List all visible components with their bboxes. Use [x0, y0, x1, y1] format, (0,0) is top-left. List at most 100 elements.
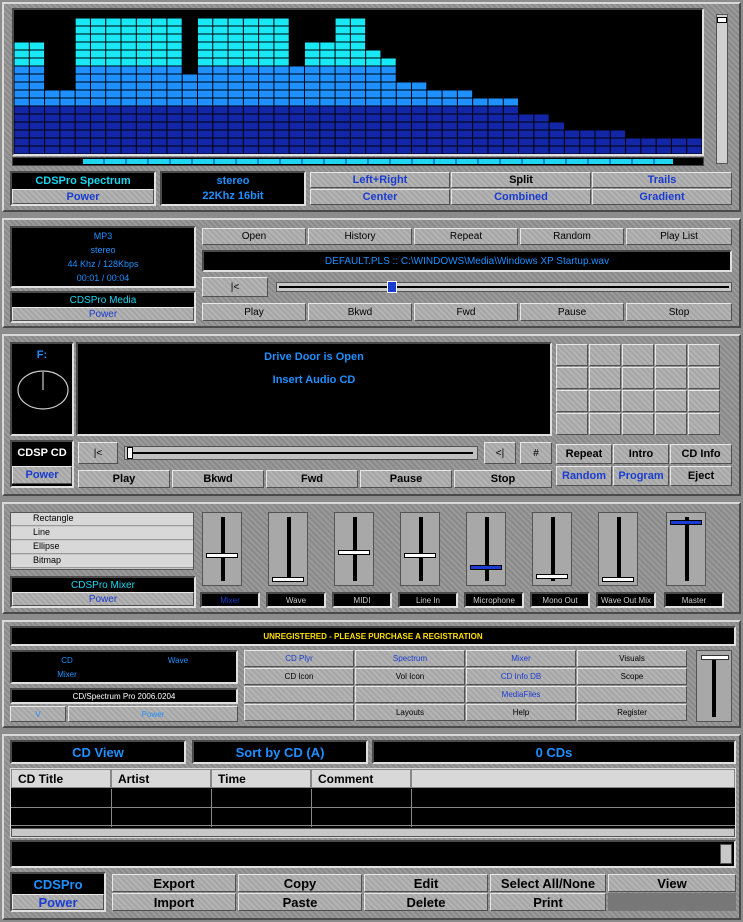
cd-program-button[interactable]: Program: [613, 466, 669, 486]
cd-pause-button[interactable]: Pause: [360, 470, 452, 488]
cd-power-button[interactable]: Power: [12, 466, 72, 484]
cd-track-cell[interactable]: [622, 344, 654, 366]
mixer-channel-slider[interactable]: [466, 512, 506, 586]
table-column-header[interactable]: Time: [211, 769, 311, 788]
reg-grid-button[interactable]: MediaFiles: [466, 686, 576, 703]
delete-button[interactable]: Delete: [364, 893, 488, 911]
cd-track-cell[interactable]: [688, 413, 720, 435]
mixer-channel-slider[interactable]: [268, 512, 308, 586]
cd-track-cell[interactable]: [688, 367, 720, 389]
cdview-power-button[interactable]: Power: [12, 894, 104, 910]
notes-scrollbar[interactable]: [720, 844, 732, 864]
cd-track-cell[interactable]: [688, 344, 720, 366]
reg-power-button[interactable]: Power: [68, 706, 238, 722]
mixer-power-button[interactable]: Power: [12, 592, 194, 606]
cd-track-cell[interactable]: [655, 344, 687, 366]
cd-play-button[interactable]: Play: [78, 470, 170, 488]
reg-grid-button[interactable]: Register: [577, 704, 687, 721]
random-button[interactable]: Random: [520, 228, 624, 245]
cd-list-table[interactable]: CD Title Artist Time Comment: [10, 768, 736, 838]
cd-track-cell[interactable]: [589, 390, 621, 412]
reg-grid-button[interactable]: [577, 686, 687, 703]
cd-track-cell[interactable]: [622, 367, 654, 389]
mixer-channel-slider[interactable]: [202, 512, 242, 586]
cd-fwd-button[interactable]: Fwd: [266, 470, 358, 488]
cd-bkwd-button[interactable]: Bkwd: [172, 470, 264, 488]
mixer-channel-handle[interactable]: [536, 574, 568, 579]
gradient-button[interactable]: Gradient: [592, 189, 732, 205]
copy-button[interactable]: Copy: [238, 874, 362, 892]
reg-grid-button[interactable]: CD Plyr: [244, 650, 354, 667]
media-play-button[interactable]: Play: [202, 303, 306, 321]
cd-track-cell[interactable]: [589, 413, 621, 435]
cd-track-cell[interactable]: [589, 367, 621, 389]
mixer-channel-handle[interactable]: [670, 520, 702, 525]
cd-track-cell[interactable]: [589, 344, 621, 366]
mixer-list-row[interactable]: Bitmap: [11, 555, 193, 568]
cd-track-cell[interactable]: [556, 367, 588, 389]
cd-track-cell[interactable]: [655, 367, 687, 389]
media-stop-button[interactable]: Stop: [626, 303, 732, 321]
export-button[interactable]: Export: [112, 874, 236, 892]
mixer-list-row[interactable]: Line: [11, 527, 193, 540]
reg-grid-button[interactable]: Vol Icon: [355, 668, 465, 685]
cd-seek-handle[interactable]: [127, 447, 133, 459]
cdview-notes-box[interactable]: [10, 840, 736, 868]
combined-button[interactable]: Combined: [451, 189, 591, 205]
mixer-channel-handle[interactable]: [602, 577, 634, 582]
cd-info-button[interactable]: CD Info: [670, 444, 732, 464]
table-column-header[interactable]: Artist: [111, 769, 211, 788]
cd-track-cell[interactable]: [655, 413, 687, 435]
select-all-button[interactable]: Select All/None: [490, 874, 606, 892]
reg-v-button[interactable]: V: [10, 706, 66, 722]
cdview-sort-box[interactable]: Sort by CD (A): [192, 740, 368, 764]
playlist-button[interactable]: Play List: [626, 228, 732, 245]
cd-random-button[interactable]: Random: [556, 466, 612, 486]
mixer-channel-slider[interactable]: [598, 512, 638, 586]
mixer-channel-handle[interactable]: [338, 550, 370, 555]
cd-list-hscrollbar[interactable]: [11, 828, 735, 837]
cd-track-cell[interactable]: [688, 390, 720, 412]
media-seek-slider[interactable]: [276, 281, 732, 293]
media-prev-button[interactable]: |<: [202, 277, 268, 297]
cd-track-number-button[interactable]: #: [520, 442, 552, 464]
trails-button[interactable]: Trails: [592, 172, 732, 188]
cdview-view-box[interactable]: CD View: [10, 740, 186, 764]
media-fwd-button[interactable]: Fwd: [414, 303, 518, 321]
cd-next-button[interactable]: <|: [484, 442, 516, 464]
cd-prev-button[interactable]: |<: [78, 442, 118, 464]
cd-repeat-button[interactable]: Repeat: [556, 444, 612, 464]
reg-grid-button[interactable]: CD Icon: [244, 668, 354, 685]
cd-eject-button[interactable]: Eject: [670, 466, 732, 486]
reg-volume-handle[interactable]: [701, 655, 729, 660]
cd-stop-button[interactable]: Stop: [454, 470, 552, 488]
reg-grid-button[interactable]: Spectrum: [355, 650, 465, 667]
reg-grid-button[interactable]: Help: [466, 704, 576, 721]
mixer-channel-handle[interactable]: [404, 553, 436, 558]
reg-grid-button[interactable]: CD Info DB: [466, 668, 576, 685]
cd-track-cell[interactable]: [622, 390, 654, 412]
cd-track-cell[interactable]: [556, 344, 588, 366]
mixer-channel-slider[interactable]: [666, 512, 706, 586]
reg-grid-button[interactable]: Layouts: [355, 704, 465, 721]
cd-track-cell[interactable]: [655, 390, 687, 412]
reg-volume-slider[interactable]: [696, 650, 732, 722]
table-column-header[interactable]: CD Title: [11, 769, 111, 788]
reg-grid-button[interactable]: [355, 686, 465, 703]
mixer-list-row[interactable]: Rectangle: [11, 513, 193, 526]
table-column-header[interactable]: Comment: [311, 769, 411, 788]
reg-grid-button[interactable]: Visuals: [577, 650, 687, 667]
mixer-style-list[interactable]: Rectangle Line Ellipse Bitmap: [10, 512, 194, 570]
split-button[interactable]: Split: [451, 172, 591, 188]
media-bkwd-button[interactable]: Bkwd: [308, 303, 412, 321]
mixer-channel-slider[interactable]: [400, 512, 440, 586]
spectrum-power-button[interactable]: Power: [12, 189, 154, 204]
cd-track-cell[interactable]: [622, 413, 654, 435]
mixer-channel-slider[interactable]: [334, 512, 374, 586]
cd-intro-button[interactable]: Intro: [613, 444, 669, 464]
cd-seek-slider[interactable]: [124, 446, 478, 460]
left-right-button[interactable]: Left+Right: [310, 172, 450, 188]
reg-grid-button[interactable]: [244, 686, 354, 703]
media-seek-handle[interactable]: [387, 281, 397, 293]
paste-button[interactable]: Paste: [238, 893, 362, 911]
